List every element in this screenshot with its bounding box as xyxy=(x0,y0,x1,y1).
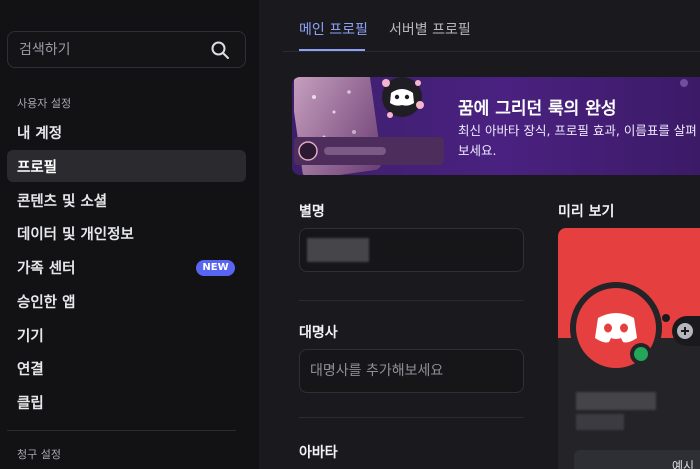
section-title-user-settings: 사용자 설정 xyxy=(17,97,72,110)
banner-description: 최신 아바타 장식, 프로필 효과, 이름표를 살펴보세요. xyxy=(458,123,697,158)
sidebar-item-label: 연결 xyxy=(17,362,44,378)
profile-preview-card: 예시 xyxy=(558,228,700,469)
section-divider xyxy=(299,417,524,418)
redacted-display-name xyxy=(576,392,656,410)
preview-example-button[interactable]: 예시 xyxy=(574,450,700,469)
sidebar-item-label: 승인한 앱 xyxy=(17,295,76,311)
sidebar-item-clips[interactable]: 클립 xyxy=(7,386,246,418)
sidebar-item-label: 프로필 xyxy=(17,160,58,176)
sidebar-item-label: 가족 센터 xyxy=(17,261,76,277)
nickname-label: 별명 xyxy=(299,204,325,220)
sidebar-item-connections[interactable]: 연결 xyxy=(7,352,246,384)
preview-button-label: 예시 xyxy=(672,459,695,469)
sidebar-item-devices[interactable]: 기기 xyxy=(7,319,246,351)
avatar-icon xyxy=(570,282,662,374)
sidebar-item-authorized-apps[interactable]: 승인한 앱 xyxy=(7,285,246,317)
sidebar-item-label: 클립 xyxy=(17,396,44,412)
sidebar-item-label: 기기 xyxy=(17,329,44,345)
preview-label: 미리 보기 xyxy=(558,204,615,220)
pronouns-field[interactable] xyxy=(299,349,524,393)
sidebar-item-profile[interactable]: 프로필 xyxy=(7,150,246,182)
redacted-username xyxy=(576,414,624,430)
settings-sidebar: 사용자 설정 내 계정 프로필 콘텐츠 및 소셜 데이터 및 개인정보 가족 센… xyxy=(0,0,259,469)
banner-headline: 꿈에 그리던 룩의 완성 xyxy=(458,99,617,119)
shop-promo-banner[interactable]: 꿈에 그리던 룩의 완성 최신 아바타 장식, 프로필 효과, 이름표를 살펴보… xyxy=(292,77,700,175)
sidebar-item-label: 데이터 및 개인정보 xyxy=(17,227,134,243)
sakura-decoration-icon xyxy=(680,79,688,87)
profile-card-illustration xyxy=(294,77,444,175)
sidebar-item-data-privacy[interactable]: 데이터 및 개인정보 xyxy=(7,217,246,249)
pronouns-label: 대명사 xyxy=(299,325,338,341)
section-divider xyxy=(299,300,524,301)
sidebar-item-content-social[interactable]: 콘텐츠 및 소셜 xyxy=(7,184,246,216)
sidebar-item-label: 콘텐츠 및 소셜 xyxy=(17,194,108,210)
avatar-label: 아바타 xyxy=(299,445,338,461)
sidebar-divider xyxy=(7,430,236,431)
sidebar-item-label: 내 계정 xyxy=(17,126,63,142)
pronouns-input[interactable] xyxy=(310,350,510,392)
new-badge: NEW xyxy=(196,260,235,276)
search-input[interactable] xyxy=(19,32,199,67)
tab-divider xyxy=(283,51,700,52)
redacted-nickname xyxy=(307,238,369,262)
section-title-billing-settings: 청구 설정 xyxy=(17,448,61,461)
add-status-icon[interactable] xyxy=(662,312,700,348)
sidebar-item-my-account[interactable]: 내 계정 xyxy=(7,116,246,148)
sidebar-item-family-center[interactable]: 가족 센터 NEW xyxy=(7,251,246,283)
tab-server-profile[interactable]: 서버별 프로필 xyxy=(389,19,471,39)
search-box[interactable] xyxy=(7,31,246,68)
search-icon[interactable] xyxy=(210,40,230,60)
tab-main-profile[interactable]: 메인 프로필 xyxy=(299,19,368,39)
nickname-field[interactable] xyxy=(299,228,524,272)
